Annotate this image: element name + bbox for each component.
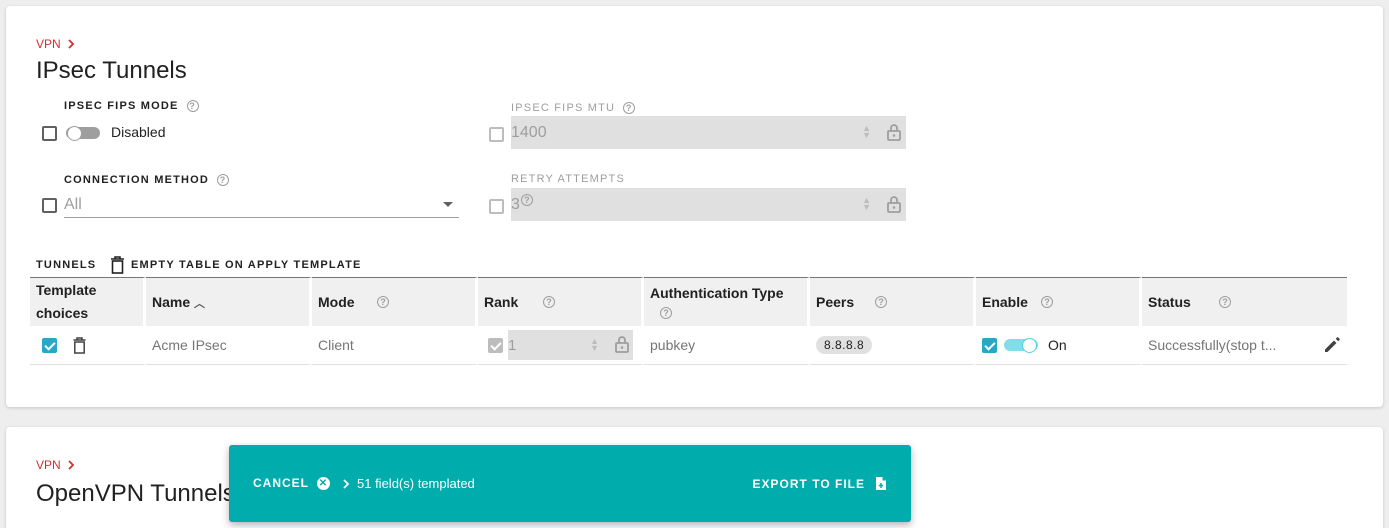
connection-method-label-text: CONNECTION METHOD: [64, 174, 210, 186]
help-icon[interactable]: ?: [377, 296, 389, 308]
breadcrumb-vpn-link[interactable]: VPN: [36, 37, 61, 51]
trash-icon[interactable]: [73, 336, 86, 354]
col-auth-type: Authentication Type?: [644, 277, 810, 326]
spinner-icon[interactable]: ▲ ▼: [590, 337, 599, 353]
lock-icon[interactable]: [614, 335, 630, 357]
connection-method-select[interactable]: All: [64, 192, 459, 218]
fips-mtu-label-text: IPSEC FIPS MTU: [511, 102, 616, 114]
row-status-cell: Successfully(stop t...: [1142, 326, 1347, 365]
fips-mtu-template-checkbox[interactable]: [489, 127, 504, 142]
empty-table-label: EMPTY TABLE ON APPLY TEMPLATE: [131, 259, 362, 271]
file-export-icon: [876, 477, 886, 490]
row-enable-cell: On: [976, 326, 1142, 365]
retry-attempts-label: RETRY ATTEMPTS: [511, 173, 625, 185]
row-rank-cell: 1 ▲ ▼: [478, 326, 644, 365]
help-icon[interactable]: ?: [623, 102, 636, 114]
fips-mtu-input[interactable]: 1400 ▲ ▼: [511, 116, 906, 149]
col-enable: Enable?: [976, 277, 1142, 326]
row-rank-template-checkbox[interactable]: [488, 337, 503, 353]
connection-method-label: CONNECTION METHOD ?: [64, 174, 230, 186]
col-status-label: Status: [1148, 294, 1191, 310]
row-mode: Client: [312, 326, 478, 365]
section-title: OpenVPN Tunnels: [36, 480, 235, 507]
retry-attempts-input[interactable]: 3 ? ▲ ▼: [511, 188, 906, 221]
help-icon[interactable]: ?: [1219, 296, 1231, 308]
connection-method-value: All: [64, 195, 82, 213]
fips-mode-value: Disabled: [111, 124, 166, 140]
table-header-row: Template choices Name ︿ Mode? Rank? Auth…: [30, 277, 1347, 326]
col-status: Status?: [1142, 277, 1347, 326]
row-template-cell: [30, 326, 146, 365]
help-icon[interactable]: ?: [660, 307, 672, 319]
row-template-checkbox[interactable]: [42, 337, 57, 353]
templated-count[interactable]: 51 field(s) templated: [341, 476, 475, 491]
breadcrumb[interactable]: VPN: [36, 458, 77, 472]
col-enable-label: Enable: [982, 294, 1028, 310]
fips-mtu-label: IPSEC FIPS MTU ?: [511, 102, 636, 114]
col-rank: Rank?: [478, 277, 644, 326]
row-enable-value: On: [1048, 337, 1067, 353]
col-mode-label: Mode: [318, 294, 355, 310]
dropdown-arrow-icon: [443, 202, 453, 207]
page-title: IPsec Tunnels: [36, 57, 187, 84]
help-icon[interactable]: ?: [186, 100, 199, 112]
col-name-label: Name: [152, 293, 191, 310]
spinner-icon[interactable]: ▲ ▼: [862, 124, 871, 140]
export-to-file-button[interactable]: EXPORT TO FILE: [753, 476, 887, 491]
chevron-right-icon: [68, 39, 74, 49]
row-enable-checkbox[interactable]: [982, 337, 997, 353]
export-label: EXPORT TO FILE: [752, 476, 865, 491]
connection-method-template-checkbox[interactable]: [42, 198, 57, 213]
fips-mode-label: IPSEC FIPS MODE ?: [64, 100, 199, 112]
fips-mode-template-checkbox[interactable]: [42, 126, 57, 141]
help-icon[interactable]: ?: [875, 296, 887, 308]
col-peers-label: Peers: [816, 294, 855, 310]
trash-icon: [111, 256, 124, 274]
row-status: Successfully(stop t...: [1148, 337, 1277, 353]
lock-icon[interactable]: [886, 123, 902, 146]
col-name[interactable]: Name ︿: [146, 277, 312, 326]
row-name: Acme IPsec: [146, 326, 312, 365]
tunnels-label: TUNNELS: [36, 259, 97, 271]
close-circle-icon: ✕: [317, 476, 330, 490]
col-template-choices: Template choices: [30, 277, 146, 326]
edit-pencil-icon[interactable]: [1323, 336, 1341, 354]
breadcrumb-vpn-link[interactable]: VPN: [36, 458, 61, 472]
retry-attempts-template-checkbox[interactable]: [489, 199, 504, 214]
fips-mode-toggle[interactable]: [66, 126, 100, 141]
cancel-button[interactable]: CANCEL ✕: [253, 476, 330, 490]
col-peers: Peers?: [810, 277, 976, 326]
col-rank-label: Rank: [484, 294, 519, 310]
chevron-right-icon: [343, 478, 350, 489]
row-rank-input[interactable]: 1 ▲ ▼: [508, 330, 633, 360]
tunnels-table: Template choices Name ︿ Mode? Rank? Auth…: [30, 277, 1347, 365]
help-icon[interactable]: ?: [1041, 296, 1053, 308]
col-auth-label: Authentication Type: [650, 285, 784, 301]
retry-attempts-label-text: RETRY ATTEMPTS: [511, 173, 625, 185]
row-enable-toggle[interactable]: [1004, 338, 1038, 353]
col-template-label: Template choices: [36, 282, 97, 321]
row-rank-value: 1: [508, 336, 517, 354]
chevron-right-icon: [68, 460, 74, 470]
spinner-icon[interactable]: ▲ ▼: [862, 196, 871, 212]
row-peers-cell: 8.8.8.8: [810, 326, 976, 365]
help-icon[interactable]: ?: [217, 174, 230, 186]
fips-mode-label-text: IPSEC FIPS MODE: [64, 100, 179, 112]
peer-chip: 8.8.8.8: [816, 336, 873, 354]
empty-table-button[interactable]: EMPTY TABLE ON APPLY TEMPLATE: [110, 256, 362, 274]
help-icon[interactable]: ?: [520, 193, 533, 206]
cancel-label: CANCEL: [253, 476, 309, 490]
breadcrumb[interactable]: VPN: [36, 37, 77, 51]
fips-mtu-value: 1400: [511, 123, 547, 141]
col-mode: Mode?: [312, 277, 478, 326]
lock-icon[interactable]: [886, 195, 902, 218]
row-auth-type: pubkey: [644, 326, 810, 365]
retry-attempts-value: 3: [511, 195, 520, 213]
template-snackbar: CANCEL ✕ 51 field(s) templated EXPORT TO…: [229, 445, 911, 522]
table-row[interactable]: Acme IPsec Client 1 ▲ ▼ pubkey 8.8.8.8 O…: [30, 326, 1347, 365]
sort-up-icon[interactable]: ︿: [194, 298, 205, 310]
help-icon[interactable]: ?: [543, 296, 555, 308]
templated-count-text: 51 field(s) templated: [357, 476, 475, 491]
